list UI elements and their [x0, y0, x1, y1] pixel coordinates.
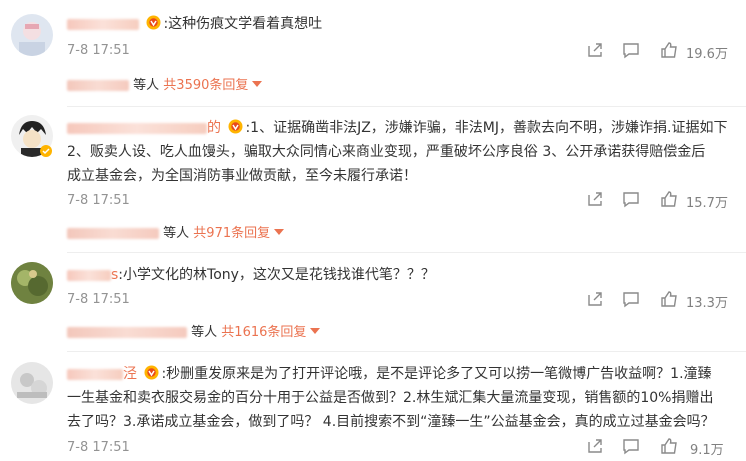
avatar[interactable]: [11, 14, 53, 56]
reply-summary[interactable]: 等人 共971条回复: [67, 226, 285, 242]
comment-text-line: 成立基金会，为全国消防事业做贡献，至今未履行承诺！: [67, 168, 417, 184]
chevron-down-icon: [274, 229, 285, 235]
vip-badge-icon: [228, 119, 243, 134]
like-count: 13.3万: [686, 296, 728, 311]
comment-text-line: 去了吗？3.承诺成立基金会，做到了吗？ 4.目前搜索不到“潼臻一生”公益基金会，…: [67, 414, 715, 430]
like-icon[interactable]: [660, 41, 680, 61]
vip-badge-icon: [146, 15, 161, 30]
comment-icon[interactable]: [622, 41, 642, 61]
username[interactable]: [67, 269, 111, 281]
timestamp: 7-8 17:51: [67, 292, 130, 307]
avatar[interactable]: [11, 362, 53, 404]
comment-actions: 19.6万: [586, 41, 736, 62]
reply-summary[interactable]: 等人 共1616条回复: [67, 325, 321, 341]
chevron-down-icon: [252, 81, 263, 87]
comment-text-line: 2、贩卖人设、吃人血馒头，骗取大众同情心来商业变现，严重破坏公序良俗 3、公开承…: [67, 144, 706, 160]
like-count: 9.1万: [690, 443, 724, 458]
like-icon[interactable]: [660, 290, 680, 310]
comment-icon[interactable]: [622, 190, 642, 210]
chevron-down-icon: [310, 328, 321, 334]
like-icon[interactable]: [660, 437, 680, 457]
comment-text: s:小学文化的林Tony，这次又是花钱找谁代笔？？？: [67, 263, 736, 287]
username[interactable]: [67, 122, 207, 134]
verified-badge-icon: [40, 145, 52, 157]
vip-badge-icon: [144, 365, 159, 380]
username[interactable]: [67, 18, 139, 30]
comment-text: 泾 :秒删重发原来是为了打开评论哦，是不是评论多了又可以捞一笔微博广告收益啊？1…: [67, 362, 736, 386]
avatar[interactable]: [11, 262, 53, 304]
share-icon[interactable]: [586, 437, 606, 457]
timestamp: 7-8 17:51: [67, 43, 130, 58]
comment-text: 的 :1、证据确凿非法JZ，涉嫌诈骗，非法MJ，善款去向不明，涉嫌诈捐.证据如下: [67, 116, 736, 140]
comment-actions: 15.7万: [586, 190, 736, 211]
share-icon[interactable]: [586, 290, 606, 310]
comment-icon[interactable]: [622, 290, 642, 310]
username[interactable]: [67, 368, 123, 380]
comment-actions: 13.3万: [586, 290, 736, 311]
comment-text: :这种伤痕文学看着真想吐: [67, 12, 736, 36]
like-count: 15.7万: [686, 196, 728, 211]
comment-actions: 9.1万: [586, 437, 736, 458]
divider: [67, 252, 746, 253]
timestamp: 7-8 17:51: [67, 193, 130, 208]
timestamp: 7-8 17:51: [67, 440, 130, 455]
share-icon[interactable]: [586, 190, 606, 210]
comment-text-line: 一生基金和卖衣服交易金的百分十用于公益是否做到？2.林生斌汇集大量流量变现，销售…: [67, 390, 714, 406]
reply-summary[interactable]: 等人 共3590条回复: [67, 78, 263, 94]
divider: [67, 351, 746, 352]
divider: [67, 106, 746, 107]
like-icon[interactable]: [660, 190, 680, 210]
comment-icon[interactable]: [622, 437, 642, 457]
share-icon[interactable]: [586, 41, 606, 61]
like-count: 19.6万: [686, 47, 728, 62]
